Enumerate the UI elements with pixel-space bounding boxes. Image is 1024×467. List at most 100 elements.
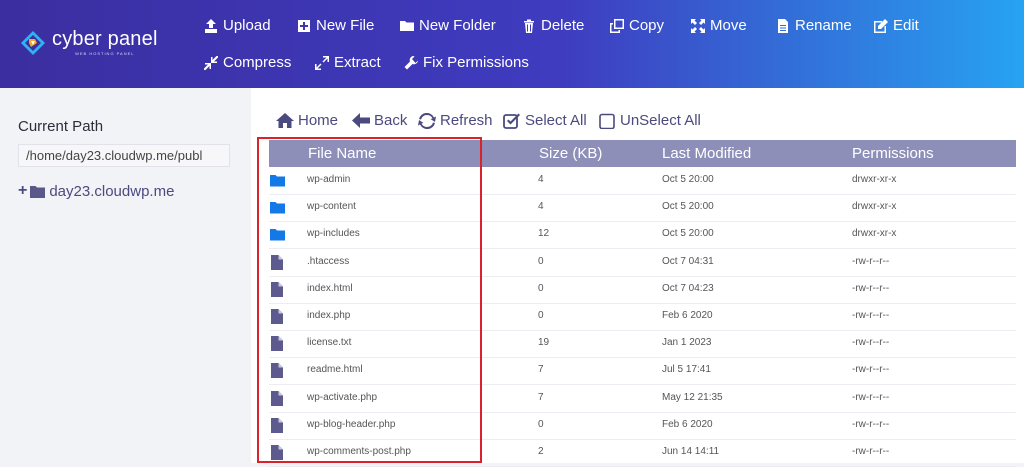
- refresh-label: Refresh: [440, 112, 493, 129]
- home-button[interactable]: Home: [276, 112, 338, 129]
- folder-icon: [270, 174, 285, 190]
- edit-button[interactable]: Edit: [874, 17, 919, 34]
- size-cell: 0: [538, 310, 544, 321]
- col-file-name[interactable]: File Name: [308, 145, 376, 162]
- new-file-label: New File: [316, 17, 375, 34]
- modified-cell: Oct 5 20:00: [662, 228, 714, 240]
- file-icon: [271, 417, 283, 436]
- tree-root-item[interactable]: + day23.cloudwp.me: [18, 182, 174, 200]
- file-name-cell[interactable]: index.html: [307, 283, 353, 294]
- plus-square-icon: [298, 19, 310, 32]
- modified-cell: May 12 21:35: [662, 391, 723, 403]
- upload-button[interactable]: Upload: [204, 17, 271, 34]
- copy-icon: [610, 18, 624, 33]
- arrows-move-icon: [691, 18, 705, 33]
- new-folder-button[interactable]: New Folder: [400, 17, 496, 34]
- table-row[interactable]: wp-blog-header.php 0 Feb 6 2020 -rw-r--r--: [269, 413, 1016, 440]
- file-name-cell[interactable]: wp-comments-post.php: [307, 446, 411, 457]
- file-name-cell[interactable]: license.txt: [307, 337, 351, 348]
- col-size[interactable]: Size (KB): [539, 145, 602, 162]
- home-label: Home: [298, 112, 339, 129]
- table-row[interactable]: .htaccess 0 Oct 7 04:31 -rw-r--r--: [269, 250, 1016, 277]
- size-cell: 4: [538, 174, 544, 185]
- compress-button[interactable]: Compress: [204, 54, 291, 71]
- select-all-label: Select All: [525, 112, 587, 129]
- fix-permissions-button[interactable]: Fix Permissions: [404, 54, 529, 71]
- file-icon: [271, 445, 283, 463]
- compress-label: Compress: [223, 54, 292, 71]
- file-name-cell[interactable]: .htaccess: [307, 256, 349, 267]
- checked-box-icon: [503, 113, 520, 129]
- refresh-button[interactable]: Refresh: [418, 112, 493, 129]
- col-permissions[interactable]: Permissions: [852, 145, 934, 162]
- back-label: Back: [374, 112, 408, 129]
- file-icon: [271, 336, 283, 354]
- file-name-cell[interactable]: wp-admin: [307, 174, 350, 185]
- home-icon: [276, 113, 294, 128]
- table-row[interactable]: wp-activate.php 7 May 12 21:35 -rw-r--r--: [269, 386, 1016, 413]
- brand-subtitle: WEB HOSTING PANEL: [75, 51, 135, 56]
- permissions-cell: drwxr-xr-x: [852, 174, 897, 185]
- rename-button[interactable]: Rename: [776, 17, 852, 34]
- new-folder-label: New Folder: [419, 17, 496, 34]
- file-icon: [271, 363, 283, 381]
- size-cell: 2: [538, 446, 544, 457]
- file-name-cell[interactable]: wp-includes: [307, 228, 360, 239]
- expand-plus-icon[interactable]: +: [18, 182, 27, 200]
- arrow-left-icon: [352, 113, 370, 128]
- cyberpanel-logo[interactable]: cyber panel WEB HOSTING PANEL: [20, 29, 158, 56]
- size-cell: 0: [538, 418, 544, 430]
- file-icon: [271, 254, 283, 273]
- modified-cell: Feb 6 2020: [662, 418, 713, 430]
- permissions-cell: -rw-r--r--: [852, 337, 890, 349]
- move-button[interactable]: Move: [691, 17, 747, 34]
- file-name-cell[interactable]: wp-activate.php: [307, 392, 377, 403]
- table-row[interactable]: license.txt 19 Jan 1 2023 -rw-r--r--: [269, 331, 1016, 359]
- table-row[interactable]: wp-admin 4 Oct 5 20:00 drwxr-xr-x: [269, 168, 1016, 195]
- permissions-cell: drwxr-xr-x: [852, 228, 897, 240]
- modified-cell: Oct 7 04:31: [662, 255, 714, 267]
- table-row[interactable]: wp-includes 12 Oct 5 20:00 drwxr-xr-x: [269, 222, 1016, 250]
- upload-icon: [205, 18, 217, 33]
- size-cell: 12: [538, 228, 550, 240]
- file-name-cell[interactable]: readme.html: [307, 364, 363, 375]
- rename-label: Rename: [795, 17, 852, 34]
- unselect-all-button[interactable]: UnSelect All: [599, 112, 701, 129]
- logo-mark-icon: [21, 30, 45, 55]
- refresh-icon: [418, 112, 436, 129]
- file-name-cell[interactable]: wp-blog-header.php: [307, 419, 395, 430]
- file-icon: [271, 309, 283, 327]
- back-button[interactable]: Back: [352, 112, 407, 129]
- table-row[interactable]: readme.html 7 Jul 5 17:41 -rw-r--r--: [269, 358, 1016, 386]
- table-row[interactable]: index.html 0 Oct 7 04:23 -rw-r--r--: [269, 277, 1016, 304]
- extract-button[interactable]: Extract: [315, 54, 381, 71]
- select-all-button[interactable]: Select All: [503, 112, 587, 129]
- modified-cell: Jun 14 14:11: [662, 446, 720, 457]
- size-cell: 4: [538, 201, 544, 213]
- table-row[interactable]: wp-content 4 Oct 5 20:00 drwxr-xr-x: [269, 195, 1016, 223]
- file-table-header: File Name Size (KB) Last Modified Permis…: [269, 140, 1016, 167]
- modified-cell: Jan 1 2023: [662, 337, 712, 349]
- size-cell: 0: [538, 282, 544, 294]
- delete-button[interactable]: Delete: [522, 17, 584, 34]
- file-name-cell[interactable]: wp-content: [307, 201, 356, 212]
- empty-box-icon: [599, 113, 615, 129]
- unselect-all-label: UnSelect All: [620, 112, 701, 129]
- modified-cell: Oct 5 20:00: [662, 201, 714, 213]
- permissions-cell: -rw-r--r--: [852, 391, 890, 403]
- current-path-field[interactable]: /home/day23.cloudwp.me/publ: [18, 144, 230, 167]
- col-last-modified[interactable]: Last Modified: [662, 145, 751, 162]
- delete-label: Delete: [541, 17, 585, 34]
- modified-cell: Jul 5 17:41: [662, 364, 711, 376]
- table-row[interactable]: index.php 0 Feb 6 2020 -rw-r--r--: [269, 304, 1016, 331]
- file-name-cell[interactable]: index.php: [307, 310, 350, 321]
- file-icon: [271, 390, 283, 409]
- brand-title: cyber panel: [52, 28, 158, 50]
- trash-icon: [524, 19, 534, 33]
- tree-root-label: day23.cloudwp.me: [49, 182, 175, 200]
- copy-button[interactable]: Copy: [610, 17, 664, 34]
- fix-permissions-label: Fix Permissions: [423, 54, 529, 71]
- new-file-button[interactable]: New File: [297, 17, 374, 34]
- upload-label: Upload: [223, 17, 271, 34]
- permissions-cell: -rw-r--r--: [852, 446, 890, 457]
